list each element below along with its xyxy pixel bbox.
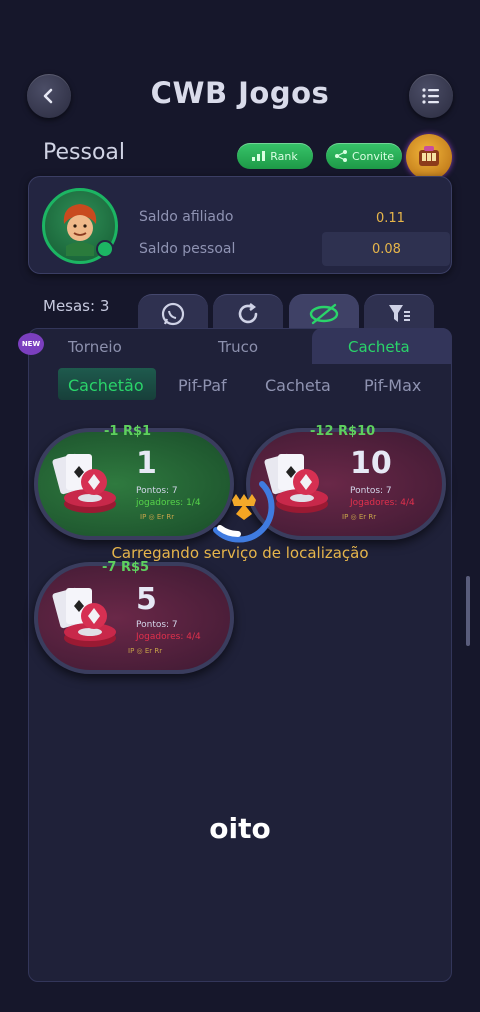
- share-icon: [334, 150, 347, 162]
- table-tags: IP ◎ Er Rr: [140, 513, 175, 521]
- table-players: Jogadores: 4/4: [136, 632, 201, 642]
- table-points: Pontos: 7: [350, 486, 392, 496]
- tab-torneio[interactable]: Torneio: [68, 338, 122, 356]
- section-title: Pessoal: [43, 140, 125, 165]
- slot-machine-icon: [419, 146, 439, 166]
- whatsapp-icon: [161, 302, 185, 325]
- table-points: Pontos: 7: [136, 486, 178, 496]
- table-number: 10: [350, 446, 392, 481]
- tab-cacheta[interactable]: Cacheta: [348, 338, 410, 356]
- subtab-pif-max[interactable]: Pif-Max: [364, 376, 421, 395]
- table-players: Jogadores: 4/4: [350, 498, 415, 508]
- affiliate-balance-label: Saldo afiliado: [139, 209, 234, 225]
- affiliate-balance-value: 0.11: [376, 211, 405, 226]
- table-stake: -1 R$1: [104, 424, 152, 439]
- scrollbar[interactable]: [466, 576, 470, 646]
- tab-truco[interactable]: Truco: [218, 338, 258, 356]
- invite-button[interactable]: Convite: [326, 143, 402, 169]
- tables-count: Mesas: 3: [43, 297, 110, 315]
- rank-button[interactable]: Rank: [237, 143, 313, 169]
- subtab-cacheta[interactable]: Cacheta: [265, 376, 331, 395]
- table-stake: -7 R$5: [102, 560, 150, 575]
- filter-icon: [389, 304, 410, 322]
- filter-button[interactable]: [364, 294, 434, 332]
- whatsapp-button[interactable]: [138, 294, 208, 332]
- online-status-icon: [96, 240, 114, 258]
- loading-spinner-icon: [213, 481, 275, 543]
- subtab-pif-paf[interactable]: Pif-Paf: [178, 376, 227, 395]
- cards-chips-icon: [52, 587, 116, 647]
- slot-machine-button[interactable]: [406, 134, 452, 180]
- refresh-button[interactable]: [213, 294, 283, 332]
- table-players: jogadores: 1/4: [136, 498, 201, 508]
- new-badge: NEW: [18, 333, 44, 355]
- hide-full-tables-button[interactable]: [289, 294, 359, 332]
- table-tags: IP ◎ Er Rr: [342, 513, 377, 521]
- cards-chips-icon: [52, 453, 116, 513]
- menu-button[interactable]: [409, 74, 453, 118]
- bar-chart-icon: [252, 151, 266, 161]
- table-number: 1: [136, 446, 157, 481]
- loading-message: Carregando serviço de localização: [111, 544, 369, 562]
- menu-icon: [422, 88, 439, 104]
- subtab-cachetao[interactable]: Cachetão: [68, 376, 144, 395]
- page-title: CWB Jogos: [150, 76, 330, 110]
- table-tags: IP ◎ Er Rr: [128, 647, 163, 655]
- video-caption: oito: [209, 812, 271, 845]
- table-card[interactable]: [34, 428, 234, 540]
- eye-slash-icon: [309, 303, 339, 324]
- table-card[interactable]: [34, 562, 234, 674]
- personal-balance-value: 0.08: [372, 242, 401, 257]
- refresh-icon: [238, 302, 258, 323]
- table-number: 5: [136, 582, 157, 617]
- invite-label: Convite: [351, 149, 395, 163]
- table-stake: -12 R$10: [310, 424, 376, 439]
- table-points: Pontos: 7: [136, 620, 178, 630]
- rank-label: Rank: [270, 149, 298, 163]
- personal-balance-label: Saldo pessoal: [139, 241, 236, 257]
